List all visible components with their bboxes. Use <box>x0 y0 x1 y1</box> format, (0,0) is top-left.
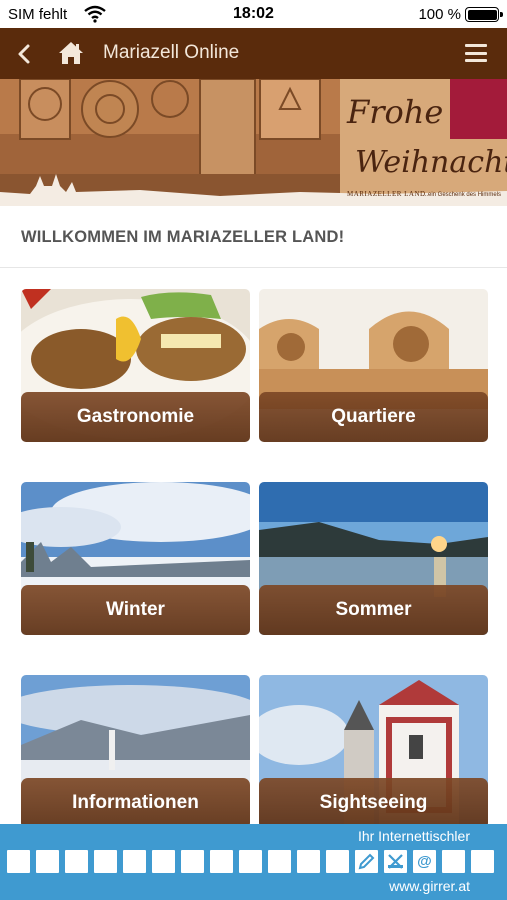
tile-label: Gastronomie <box>21 392 250 442</box>
footer-square <box>210 850 233 873</box>
tile-sightseeing[interactable]: Sightseeing <box>259 675 488 828</box>
tile-label: Informationen <box>21 778 250 828</box>
footer-square <box>152 850 175 873</box>
tile-quartiere[interactable]: Quartiere <box>259 289 488 442</box>
snow-silhouette <box>0 174 507 206</box>
home-icon[interactable] <box>58 40 84 66</box>
tile-sommer[interactable]: Sommer <box>259 482 488 635</box>
footer-square <box>471 850 494 873</box>
battery-percent: 100 % <box>418 6 461 23</box>
tile-gastronomie[interactable]: Gastronomie <box>21 289 250 442</box>
footer-square <box>7 850 30 873</box>
tile-winter[interactable]: Winter <box>21 482 250 635</box>
tile-label: Winter <box>21 585 250 635</box>
tile-label: Sommer <box>259 585 488 635</box>
tile-label: Sightseeing <box>259 778 488 828</box>
tools-icon <box>384 850 407 873</box>
footer-tagline: Ihr Internettischler <box>357 828 470 844</box>
footer-square <box>36 850 59 873</box>
battery-icon <box>465 7 503 22</box>
footer-square <box>181 850 204 873</box>
banner-slogan: ...ein Geschenk des Himmels <box>423 192 502 198</box>
status-bar: SIM fehlt 18:02 100 % <box>0 0 507 28</box>
footer-url[interactable]: www.girrer.at <box>389 878 470 894</box>
welcome-heading: WILLKOMMEN IM MARIAZELLER LAND! <box>21 228 345 246</box>
hamburger-menu-icon[interactable] <box>465 44 487 62</box>
divider <box>0 267 507 268</box>
greeting-line1: Frohe <box>347 93 444 131</box>
footer-square <box>326 850 349 873</box>
at-icon: @ <box>413 850 436 873</box>
footer-squares: @ <box>7 850 494 873</box>
footer-square <box>297 850 320 873</box>
banner-greeting: Frohe Weihnachten <box>347 93 507 180</box>
page-title: Mariazell Online <box>103 42 240 63</box>
pen-icon <box>355 850 378 873</box>
tile-label: Quartiere <box>259 392 488 442</box>
footer-square <box>268 850 291 873</box>
tile-informationen[interactable]: Informationen <box>21 675 250 828</box>
christmas-banner: Frohe Weihnachten MARIAZELLER LAND ...ei… <box>0 79 507 206</box>
footer-square <box>239 850 262 873</box>
footer-square <box>442 850 465 873</box>
chevron-left-icon[interactable] <box>12 40 38 68</box>
footer-square <box>94 850 117 873</box>
footer-square <box>123 850 146 873</box>
banner-logo: MARIAZELLER LAND <box>347 190 426 198</box>
footer-bar[interactable]: Ihr Internettischler @ www.girrer.at <box>0 824 507 900</box>
nav-bar: Mariazell Online <box>0 28 507 79</box>
footer-square <box>65 850 88 873</box>
